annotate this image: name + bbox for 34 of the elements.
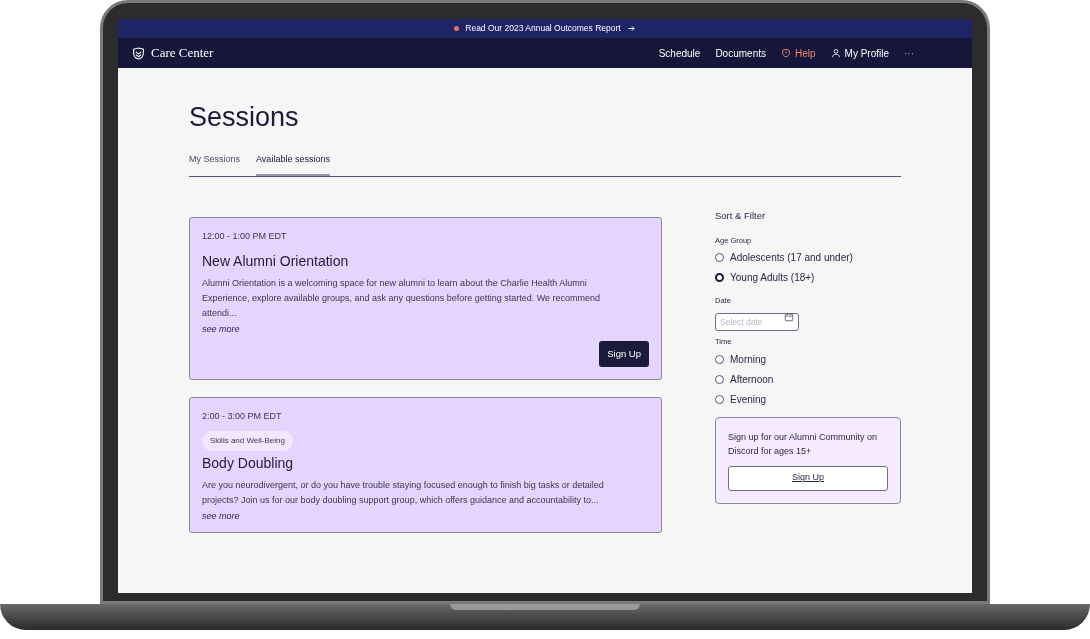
discord-sign-up-button[interactable]: Sign Up [728, 465, 888, 491]
radio-option[interactable]: Morning [715, 351, 901, 367]
radio-option[interactable]: Afternoon [715, 371, 901, 387]
shield-icon [780, 48, 791, 58]
nav-link[interactable]: My Profile [830, 45, 889, 61]
session-title: New Alumni Orientation [202, 252, 350, 271]
nav-link[interactable]: Documents [715, 45, 766, 61]
session-tag: Skills and Well-Being [202, 431, 293, 452]
session-description: Are you neurodivergent, or do you have trouble staying focused enough to finish big tasks or detailed projects? Join us for our body doubling support group, which offers guidance and accountability to... [202, 479, 605, 508]
session-time: 12:00 - 1:00 PM EDT [202, 229, 288, 243]
see-more-link[interactable]: see more [202, 510, 240, 524]
nav-link[interactable]: Help [780, 45, 816, 61]
filter-heading: Sort & Filter [715, 208, 767, 223]
tab[interactable]: Available sessions [256, 153, 330, 176]
see-more-link[interactable]: see more [202, 323, 240, 337]
page-title: Sessions [189, 104, 300, 131]
date-field[interactable]: Select date [715, 313, 799, 332]
calendar-icon [784, 312, 794, 323]
radio-option[interactable]: Adolescents (17 and under) [715, 250, 901, 265]
shield-logo-icon [132, 46, 145, 60]
nav-link[interactable]: Schedule [658, 45, 701, 61]
brand-name: Care Center [151, 44, 214, 63]
community-text: Sign up for our Alumni Community on Discord for ages 15+ [728, 430, 879, 458]
radio-option[interactable]: Evening [715, 391, 901, 407]
more-link[interactable]: ··· [904, 45, 914, 61]
user-icon [830, 48, 841, 58]
radio-option[interactable]: Young Adults (18+) [715, 270, 901, 285]
report-link[interactable]: Read Our 2023 Annual Outcomes Report [465, 22, 621, 35]
tab[interactable]: My Sessions [189, 153, 241, 176]
arrow-right-icon [626, 24, 636, 33]
sign-up-button[interactable]: Sign Up [599, 340, 649, 367]
session-title: Body Doubling [202, 454, 295, 474]
session-time: 2:00 - 3:00 PM EDT [202, 409, 283, 423]
session-description: Alumni Orientation is a welcoming space for new alumni to learn about the Charlie Health Alumni Experience, explore available groups, and ask any questions before getting started. We recommend attendi... [202, 277, 602, 320]
